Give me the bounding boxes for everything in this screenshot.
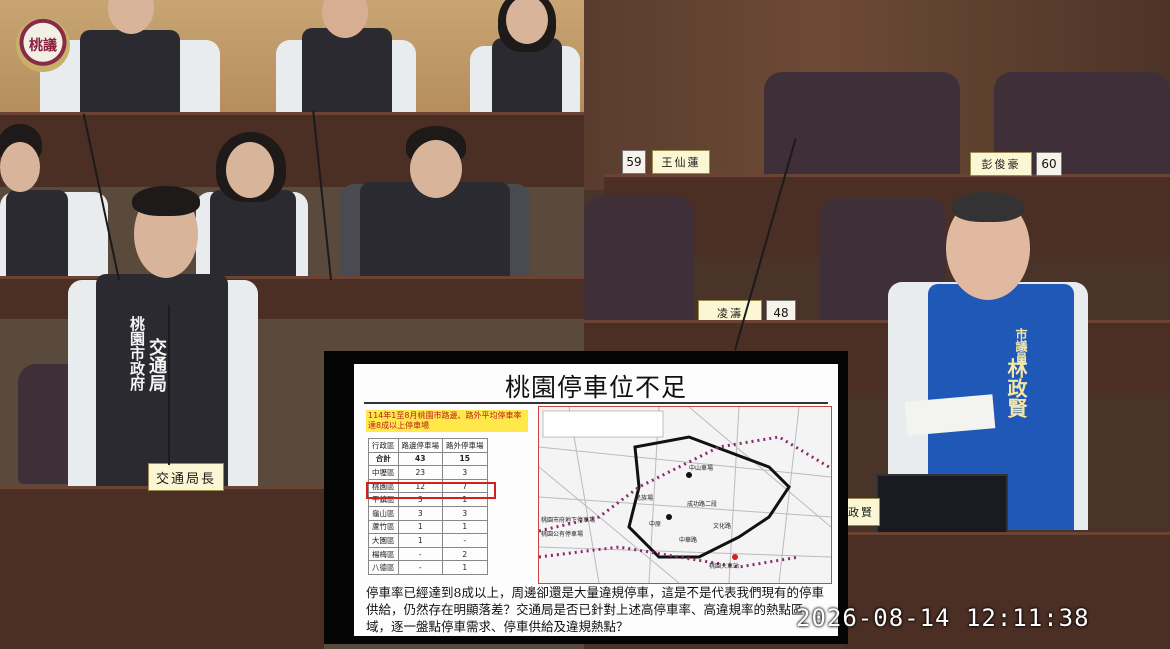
councilor-sash-name: 林政賢 <box>1004 358 1028 418</box>
seat-number: 60 <box>1036 152 1062 176</box>
middle-row-official-3 <box>340 124 530 280</box>
table-cell: 43 <box>397 451 443 467</box>
councilor-nameplate: 王仙蓮 <box>652 150 710 174</box>
table-cell: 龜山區 <box>368 505 399 521</box>
table-row: 楊梅區 -2 <box>368 546 488 562</box>
table-cell: 1 <box>397 519 443 535</box>
table-row: 中壢區 23 3 <box>368 465 488 480</box>
table-cell: 合計 <box>368 451 399 467</box>
chair <box>584 196 694 322</box>
back-row-official-2 <box>276 0 416 120</box>
table-row: 蘆竹區 1 1 <box>368 519 488 535</box>
table-row: 大園區 1- <box>368 533 488 548</box>
table-cell: 蘆竹區 <box>368 519 399 535</box>
microphone <box>168 305 170 465</box>
map-drawing <box>538 406 832 584</box>
table-cell: 1 <box>397 533 443 548</box>
map-label: 民族場 <box>635 495 654 502</box>
table-cell: - <box>442 533 488 548</box>
table-cell: 中壢區 <box>368 465 399 480</box>
map-label: 中山車場 <box>689 465 714 472</box>
director-badge-line2: 交通局 <box>146 338 167 392</box>
map-label: 桃園市府地下停車場 <box>541 517 596 524</box>
table-cell: 八德區 <box>368 560 399 575</box>
chair <box>764 72 960 182</box>
map-label: 桃園公有停車場 <box>541 531 584 538</box>
table-cell: 1 <box>442 560 488 575</box>
title-divider <box>364 402 828 404</box>
laptop <box>876 474 1008 538</box>
table-cell: 2 <box>442 546 488 562</box>
table-cell: 3 <box>442 465 488 480</box>
table-header-cell: 路邊停車場 <box>397 438 443 453</box>
table-cell: 楊梅區 <box>368 546 399 562</box>
council-logo: 桃議 <box>16 18 70 72</box>
table-caption: 114年1至8月桃園市路邊、路外平均停車率達8成以上停車場 <box>366 410 528 432</box>
table-highlight-box <box>366 482 496 499</box>
table-row: 合計 43 15 <box>368 451 488 467</box>
table-header-cell: 路外停車場 <box>442 438 488 453</box>
slide-body-text: 停車率已經達到8成以上，周邊卻還是大量違規停車，這是不是代表我們現有的停車供給，… <box>366 585 824 634</box>
director-nameplate: 交通局長 <box>148 463 224 491</box>
councilor-nameplate: 彭俊豪 <box>970 152 1032 176</box>
presentation-slide: 桃園停車位不足 114年1至8月桃園市路邊、路外平均停車率達8成以上停車場 行政… <box>354 364 838 636</box>
slide-title: 桃園停車位不足 <box>504 373 687 402</box>
table-cell: 大園區 <box>368 533 399 548</box>
table-row: 龜山區 3 3 <box>368 505 488 521</box>
map-label: 中華路 <box>679 537 698 544</box>
table-header-cell: 行政區 <box>368 438 399 453</box>
table-cell: 3 <box>397 505 443 521</box>
table-cell: 15 <box>442 451 488 467</box>
table-header-row: 行政區 路邊停車場 路外停車場 <box>368 438 488 453</box>
map-label: 桃園火車站 <box>709 563 740 570</box>
table-cell: - <box>397 546 443 562</box>
table-cell: 3 <box>442 505 488 521</box>
broadcast-timestamp: 2026-08-14 12:11:38 <box>796 604 1090 632</box>
back-row-official-1 <box>40 0 220 120</box>
table-row: 八德區 -1 <box>368 560 488 575</box>
parking-map: 中山車場 民族場 成功路二段 中原 中華路 文化路 桃園火車站 桃園市府地下停車… <box>538 406 832 584</box>
map-label: 文化路 <box>713 523 732 530</box>
front-desk <box>0 486 324 649</box>
back-row-official-3 <box>470 0 584 120</box>
table-cell: - <box>397 560 443 575</box>
parking-rate-table: 行政區 路邊停車場 路外停車場 合計 43 15 中壢區 23 3 桃園區 12 7 平鎮區… <box>368 438 488 575</box>
map-label: 成功路二段 <box>687 501 718 508</box>
table-cell: 1 <box>442 519 488 535</box>
map-label: 中原 <box>649 521 662 528</box>
director-badge-line1: 桃園市政府 <box>128 316 146 391</box>
seat-number: 59 <box>622 150 646 174</box>
table-cell: 23 <box>397 465 443 480</box>
